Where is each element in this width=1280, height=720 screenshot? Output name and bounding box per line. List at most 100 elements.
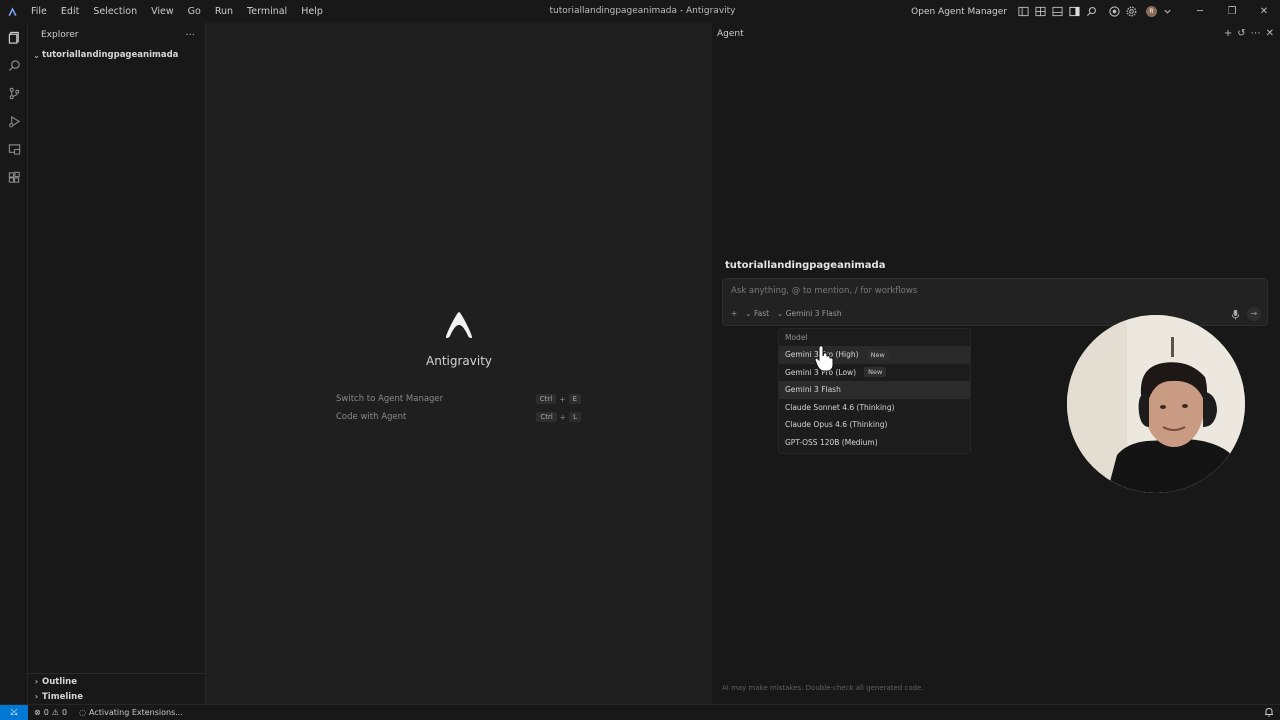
shortcut-switch-agent-manager[interactable]: Switch to Agent Manager Ctrl + E (336, 391, 581, 407)
close-window-button[interactable]: ✕ (1248, 0, 1280, 23)
chat-composer: + ⌄ Fast ⌄ Gemini 3 Flash → (722, 278, 1268, 326)
editor-area: Antigravity Switch to Agent Manager Ctrl… (207, 23, 711, 704)
sidebar-bottom-sections: › Outline › Timeline (28, 673, 206, 704)
model-option[interactable]: GPT-OSS 120B (Medium) (779, 434, 970, 452)
more-actions-button[interactable]: ··· (185, 30, 195, 41)
key-plus: + (559, 394, 566, 404)
model-option[interactable]: Claude Sonnet 4.6 (Thinking) (779, 399, 970, 417)
error-count: 0 (43, 708, 49, 717)
agent-title: Agent (717, 28, 744, 39)
hand-cursor-icon (814, 345, 834, 372)
model-option-label: Claude Opus 4.6 (Thinking) (785, 420, 888, 430)
model-option[interactable]: Claude Opus 4.6 (Thinking) (779, 416, 970, 434)
presenter-video-image (1067, 315, 1245, 493)
chevron-down-icon: ⌄ (777, 309, 786, 318)
open-agent-manager-button[interactable]: Open Agent Manager (911, 7, 1007, 17)
model-option-label: Claude Sonnet 4.6 (Thinking) (785, 402, 895, 412)
minimize-button[interactable]: ─ (1184, 0, 1216, 23)
layout-sidebar-icon[interactable] (1017, 5, 1030, 18)
new-badge: New (864, 367, 887, 378)
account-avatar[interactable]: R (1146, 6, 1157, 17)
model-menu-header: Model (785, 333, 808, 342)
menu-run[interactable]: Run (208, 0, 240, 23)
warning-icon: ⚠ (51, 708, 59, 717)
menu-selection[interactable]: Selection (86, 0, 144, 23)
outline-section[interactable]: › Outline (28, 674, 206, 689)
activity-text: Activating Extensions... (89, 708, 183, 717)
remote-explorer-icon[interactable] (0, 135, 28, 163)
menu-file[interactable]: File (24, 0, 54, 23)
run-debug-icon[interactable] (0, 107, 28, 135)
new-chat-plus-icon[interactable]: + (1224, 28, 1232, 39)
workspace-folder[interactable]: ⌄ tutoriallandingpageanimada (28, 47, 205, 63)
key-plus: + (559, 412, 567, 422)
shortcut-code-with-agent[interactable]: Code with Agent Ctrl + L (336, 409, 581, 425)
restore-button[interactable]: ❐ (1216, 0, 1248, 23)
chat-input[interactable] (731, 286, 1251, 296)
title-bar-actions: Open Agent Manager R ─ ❐ ✕ (911, 0, 1280, 23)
shortcut-label: Switch to Agent Manager (336, 394, 444, 404)
outline-label: Outline (42, 676, 77, 687)
shortcut-keys: Ctrl + L (536, 412, 581, 422)
model-selector[interactable]: ⌄ Gemini 3 Flash (777, 309, 842, 318)
menu-terminal[interactable]: Terminal (240, 0, 294, 23)
webcam-overlay (1067, 315, 1245, 493)
composer-controls: + ⌄ Fast ⌄ Gemini 3 Flash (731, 309, 842, 318)
layout-secondary-sidebar-icon[interactable] (1068, 5, 1081, 18)
settings-gear-icon[interactable] (1125, 5, 1138, 18)
extensions-icon[interactable] (0, 163, 28, 191)
model-option-selected[interactable]: Gemini 3 Flash (779, 381, 970, 399)
timeline-section[interactable]: › Timeline (28, 689, 206, 704)
chevron-down-icon[interactable] (1161, 5, 1174, 18)
problems-status[interactable]: ⊗ 0 ⚠ 0 (34, 708, 67, 717)
sidebar-title: Explorer (41, 30, 79, 40)
menu-bar: File Edit Selection View Go Run Terminal… (24, 0, 330, 23)
shortcut-label: Code with Agent (336, 412, 407, 422)
workspace-title: tutoriallandingpageanimada (725, 260, 886, 271)
antigravity-logo-icon[interactable] (0, 0, 24, 23)
shortcut-keys: Ctrl + E (535, 394, 581, 404)
activity-status: ◌ Activating Extensions... (79, 708, 183, 717)
close-icon[interactable]: ✕ (1266, 28, 1274, 39)
sidebar-header: Explorer ··· (28, 23, 205, 47)
mode-selector[interactable]: ⌄ Fast (745, 309, 769, 318)
watermark-app-name: Antigravity (426, 354, 492, 368)
key-e: E (568, 394, 581, 404)
agent-header: Agent + ↺ ⋯ ✕ (712, 23, 1280, 44)
send-arrow-icon[interactable]: → (1247, 307, 1261, 321)
new-badge: New (866, 349, 889, 360)
timeline-label: Timeline (42, 691, 83, 702)
source-control-icon[interactable] (0, 79, 28, 107)
ai-disclaimer: AI may make mistakes. Double-check all g… (722, 684, 924, 692)
chevron-down-icon: ⌄ (33, 50, 40, 60)
notification-bell-icon[interactable] (1264, 707, 1274, 717)
model-option-label: GPT-OSS 120B (Medium) (785, 437, 878, 447)
menu-edit[interactable]: Edit (54, 0, 86, 23)
error-icon: ⊗ (34, 708, 41, 717)
workspace-folder-label: tutoriallandingpageanimada (42, 50, 179, 60)
menu-help[interactable]: Help (294, 0, 330, 23)
remote-indicator-icon[interactable]: ⤩ (0, 704, 28, 720)
menu-view[interactable]: View (144, 0, 181, 23)
browser-icon[interactable] (1108, 5, 1121, 18)
key-ctrl: Ctrl (536, 412, 557, 422)
chevron-right-icon: › (34, 677, 39, 686)
model-option[interactable]: Gemini 3 Pro (High) New (779, 346, 970, 364)
key-ctrl: Ctrl (535, 394, 557, 404)
agent-header-actions: + ↺ ⋯ ✕ (1224, 28, 1274, 39)
model-label: Gemini 3 Flash (785, 309, 842, 318)
search-icon[interactable] (0, 51, 28, 79)
layout-grid-icon[interactable] (1034, 5, 1047, 18)
layout-panel-icon[interactable] (1051, 5, 1064, 18)
microphone-icon[interactable] (1230, 309, 1241, 320)
search-icon[interactable] (1085, 5, 1098, 18)
menu-go[interactable]: Go (181, 0, 208, 23)
chevron-right-icon: › (34, 692, 39, 701)
add-context-plus-icon[interactable]: + (731, 309, 737, 318)
model-option[interactable]: Gemini 3 Pro (Low) New (779, 364, 970, 382)
model-dropdown: Model Gemini 3 Pro (High) New Gemini 3 P… (778, 328, 971, 454)
more-icon[interactable]: ⋯ (1251, 28, 1261, 39)
history-icon[interactable]: ↺ (1237, 28, 1245, 39)
explorer-icon[interactable] (0, 23, 28, 51)
activity-bar (0, 23, 28, 704)
